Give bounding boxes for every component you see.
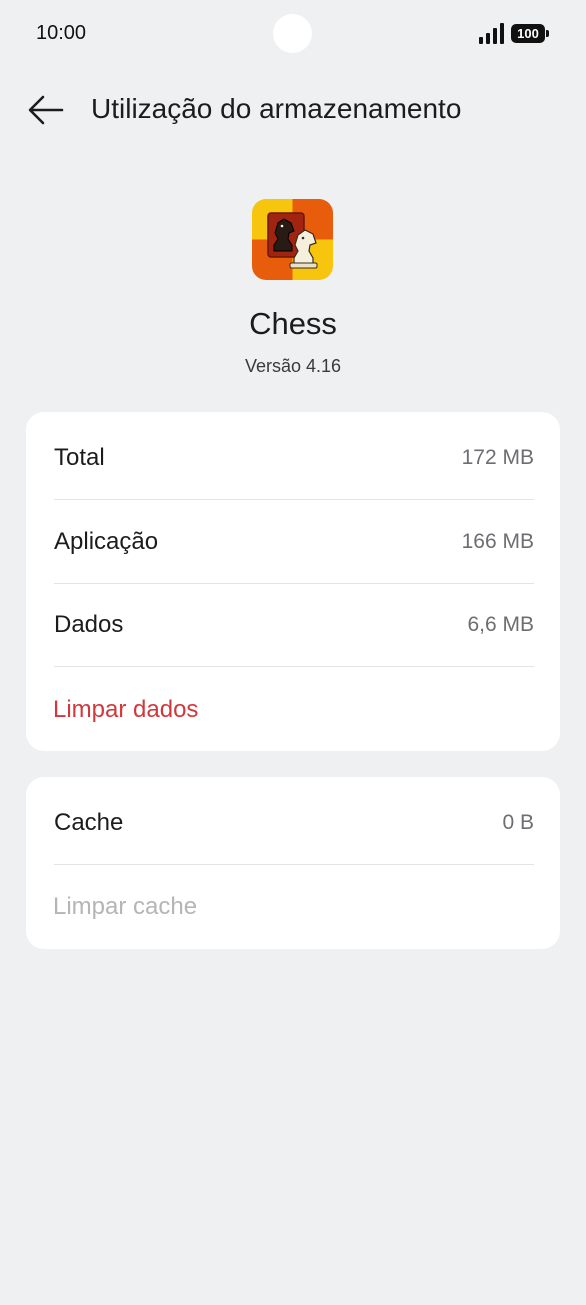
cache-card: Cache 0 B Limpar cache (26, 777, 560, 949)
page-title: Utilização do armazenamento (91, 93, 462, 124)
row-value: 166 MB (461, 530, 534, 553)
cache-row: Cache 0 B (54, 781, 534, 865)
storage-row-app: Aplicação 166 MB (54, 500, 534, 584)
row-value: 172 MB (461, 446, 534, 469)
screen: 10:00 100 Utilização do armazenamento Ch… (0, 0, 586, 1305)
row-label: Dados (54, 611, 124, 638)
row-value: 6,6 MB (467, 613, 534, 636)
battery-level: 100 (517, 26, 539, 41)
row-label: Total (54, 444, 105, 471)
row-label: Aplicação (54, 528, 159, 555)
row-value: 0 B (502, 811, 534, 834)
clear-data-button[interactable]: Limpar dados (53, 668, 198, 752)
status-time: 10:00 (36, 22, 87, 44)
clear-cache-button[interactable]: Limpar cache (53, 865, 197, 949)
status-bar: 10:00 100 (0, 0, 586, 70)
arrow-left-icon (28, 95, 64, 125)
battery-icon: 100 (511, 24, 549, 43)
storage-card: Total 172 MB Aplicação 166 MB Dados 6,6 … (26, 412, 560, 751)
signal-icon (479, 22, 505, 44)
back-button[interactable] (26, 92, 66, 128)
camera-cutout (273, 14, 312, 53)
app-version: Versão 4.16 (244, 356, 342, 376)
storage-row-data: Dados 6,6 MB (54, 583, 534, 667)
row-label: Cache (54, 809, 124, 836)
app-name: Chess (249, 306, 337, 341)
divider (54, 666, 534, 667)
storage-row-total: Total 172 MB (54, 416, 534, 500)
chess-knight-app-icon (252, 199, 333, 280)
